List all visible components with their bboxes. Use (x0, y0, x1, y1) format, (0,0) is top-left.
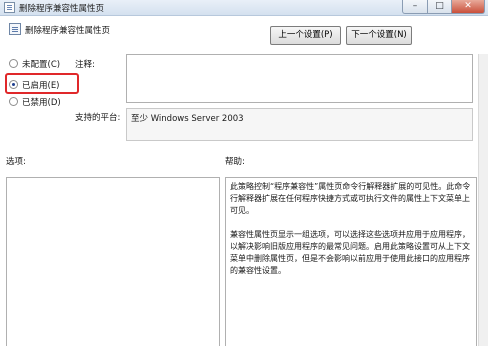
previous-setting-button[interactable]: 上一个设置(P) (270, 26, 341, 45)
minimize-button[interactable]: – (402, 0, 428, 14)
radio-label: 未配置(C) (22, 60, 61, 70)
help-pane: 此策略控制“程序兼容性”属性页命令行解释器扩展的可见性。此命令行解释器扩展在任何… (225, 177, 477, 346)
setting-title: 删除程序兼容性属性页 (25, 26, 111, 36)
options-pane (6, 177, 220, 346)
policy-icon (9, 23, 21, 35)
supported-platform-label: 支持的平台: (75, 113, 121, 123)
highlight-box (5, 73, 79, 94)
help-paragraph: 兼容性属性页显示一组选项，可以选择这些选项并应用于应用程序，以解决影响旧版应用程… (230, 230, 470, 275)
app-icon (4, 2, 15, 13)
maximize-button[interactable]: □ (427, 0, 452, 14)
help-paragraph: 此策略控制“程序兼容性”属性页命令行解释器扩展的可见性。此命令行解释器扩展在任何… (230, 182, 471, 215)
next-setting-button[interactable]: 下一个设置(N) (346, 26, 412, 45)
supported-platform-field: 至少 Windows Server 2003 (126, 108, 473, 141)
title-bar: 删除程序兼容性属性页 – □ ✕ (0, 0, 488, 16)
close-button[interactable]: ✕ (451, 0, 485, 14)
options-label: 选项: (6, 157, 26, 167)
radio-button[interactable] (9, 59, 18, 68)
comment-label: 注释: (75, 60, 95, 70)
radio-button[interactable] (9, 97, 18, 106)
scrollbar[interactable] (478, 54, 488, 346)
radio-label: 已禁用(D) (22, 98, 61, 108)
help-label: 帮助: (225, 157, 245, 167)
window-title: 删除程序兼容性属性页 (19, 4, 105, 14)
comment-textarea[interactable] (126, 54, 473, 103)
